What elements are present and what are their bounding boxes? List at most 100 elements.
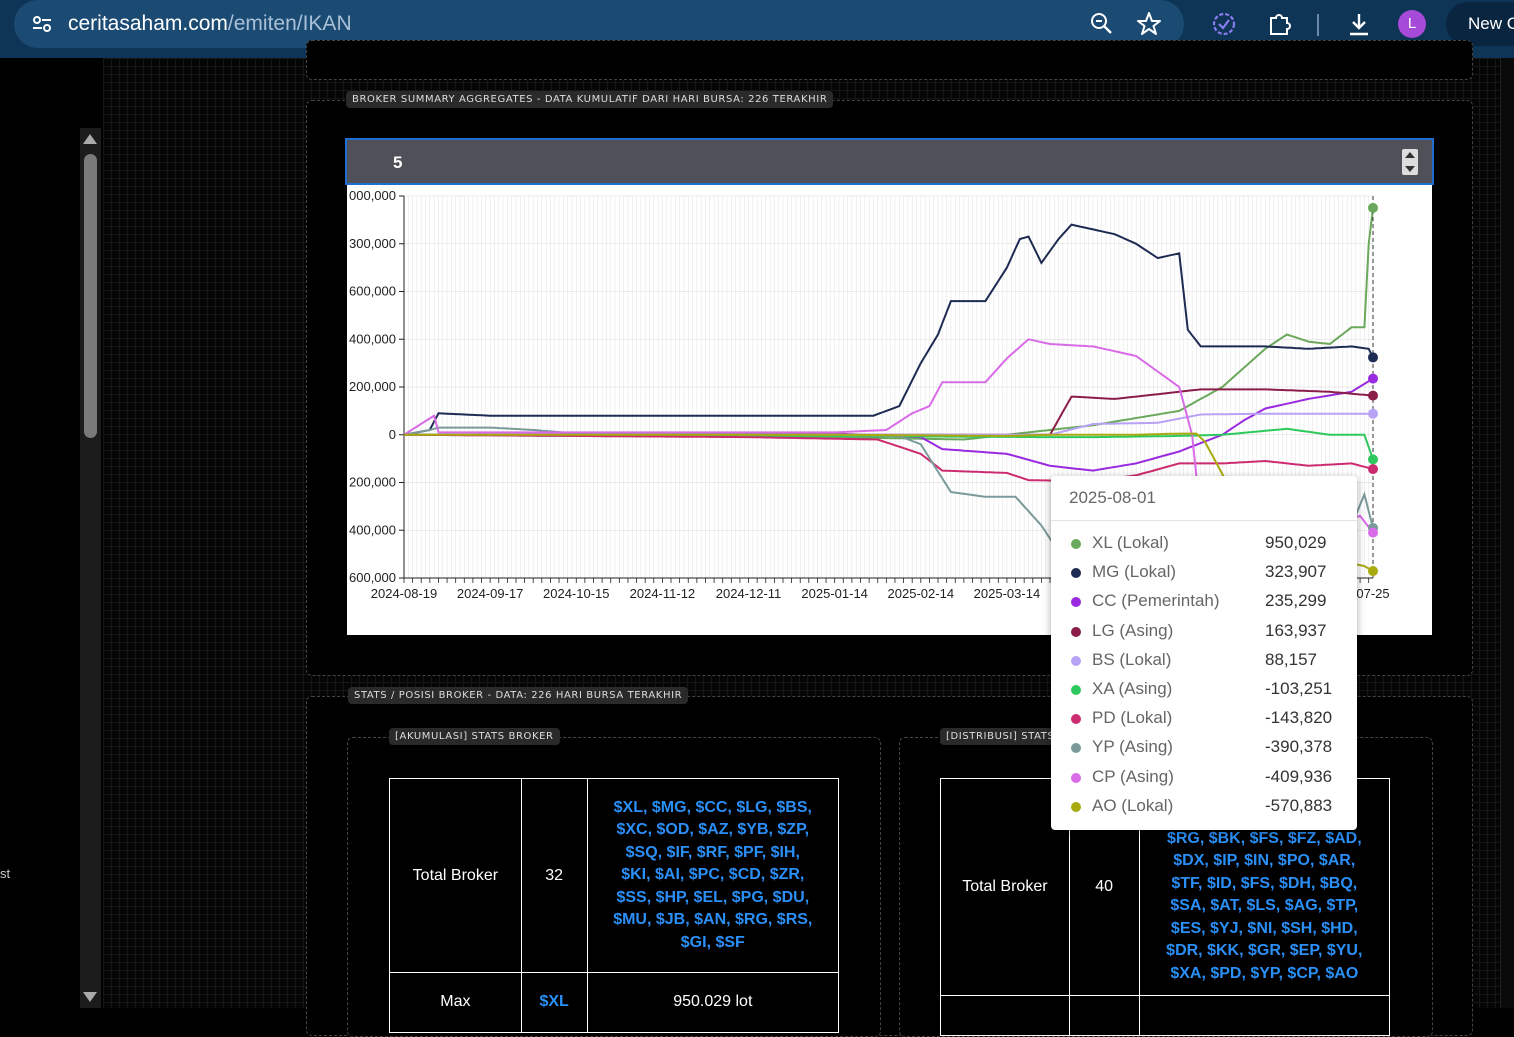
spinner-down-icon[interactable] — [1405, 166, 1415, 172]
x-tick-label: 2025-02-14 — [888, 586, 955, 601]
broker-link-line[interactable]: $ES, $YJ, $NI, $SH, $HD, — [1140, 918, 1389, 941]
tooltip-series-value: -103,251 — [1265, 679, 1333, 698]
broker-list-cell: $XL, $MG, $CC, $LG, $BS, $XC, $OD, $AZ, $… — [586, 778, 840, 973]
zoom-icon[interactable] — [1088, 10, 1116, 38]
broker-link-line[interactable]: $XC, $OD, $AZ, $YB, $ZP, — [588, 819, 838, 842]
series-dot-icon — [1071, 743, 1081, 754]
tooltip-row: MG (Lokal) 323,907 — [1051, 558, 1357, 587]
broker-link-line[interactable]: $TF, $ID, $FS, $DH, $BQ, — [1140, 873, 1389, 896]
toolbar-divider — [1317, 14, 1319, 36]
tooltip-row: YP (Asing) -390,378 — [1051, 733, 1357, 762]
tooltip-row: CP (Asing) -409,936 — [1051, 763, 1357, 792]
y-tick-label: 400,000 — [349, 522, 396, 537]
download-icon[interactable] — [1345, 10, 1373, 38]
table-cell — [940, 995, 1070, 1036]
tooltip-series-name: YP (Asing) — [1092, 737, 1173, 757]
url-domain: ceritasaham.com — [68, 12, 228, 35]
broker-link-line[interactable]: $DX, $IP, $IN, $PO, $AR, — [1140, 850, 1389, 873]
total-broker-value: 32 — [520, 778, 588, 973]
tooltip-series-value: 88,157 — [1265, 649, 1317, 669]
tooltip-series-name: AO (Lokal) — [1092, 795, 1174, 815]
tooltip-series-name: PD (Lokal) — [1092, 708, 1173, 728]
broker-link-line[interactable]: $MU, $JB, $AN, $RG, $RS, — [588, 909, 838, 932]
y-tick-label: 400,000 — [349, 331, 396, 346]
site-settings-icon[interactable] — [30, 12, 54, 36]
page-scrollbar-edge — [1500, 58, 1514, 1008]
tooltip-series-value: 235,299 — [1265, 591, 1327, 611]
total-broker-label: Total Broker — [940, 778, 1070, 996]
tooltip-series-value: 163,937 — [1265, 620, 1327, 640]
series-dot-icon — [1071, 597, 1081, 608]
x-tick-label: 07-25 — [1356, 586, 1389, 601]
broker-list: $XL, $MG, $CC, $LG, $BS, $XC, $OD, $AZ, $… — [588, 797, 838, 955]
y-tick-label: 600,000 — [349, 570, 396, 585]
scrollbar-thumb[interactable] — [84, 154, 97, 438]
table-row: Total Broker 32 $XL, $MG, $CC, $LG, $BS,… — [389, 778, 840, 973]
tooltip-series-name: BS (Lokal) — [1092, 649, 1172, 669]
tooltip-divider — [1051, 520, 1357, 521]
max-value: 950.029 lot — [586, 972, 840, 1033]
x-tick-label: 2024-12-11 — [716, 586, 782, 601]
hover-point — [1368, 202, 1378, 213]
broker-link-line[interactable]: $SA, $AT, $LS, $AG, $TP, — [1140, 895, 1389, 918]
series-dot-icon — [1071, 539, 1081, 549]
series-dot-icon — [1071, 801, 1081, 812]
broker-link-line[interactable]: $GI, $SF — [588, 932, 838, 955]
broker-list: $RG, $BK, $FS, $FZ, $AD, $DX, $IP, $IN, $… — [1140, 828, 1389, 986]
y-tick-label: 300,000 — [349, 236, 396, 251]
broker-link-line[interactable]: $SS, $HP, $EL, $PG, $DU, — [588, 887, 838, 910]
previous-panel — [306, 40, 1473, 80]
series-dot-icon — [1071, 714, 1081, 725]
y-tick-label: 200,000 — [349, 475, 396, 490]
bookmark-star-icon[interactable] — [1135, 10, 1163, 38]
broker-link-line[interactable]: $KI, $AI, $PC, $CD, $ZR, — [588, 864, 838, 887]
spinner-up-icon[interactable] — [1405, 152, 1415, 158]
broker-link-line[interactable]: $DR, $KK, $GR, $EP, $YU, — [1140, 940, 1389, 963]
broker-link-line[interactable]: $XL, $MG, $CC, $LG, $BS, — [588, 797, 838, 820]
broker-count-value: 5 — [393, 153, 403, 172]
hover-point — [1368, 527, 1378, 538]
series-line-pd — [404, 433, 1374, 483]
tooltip-series-value: 323,907 — [1265, 562, 1327, 582]
series-line-cc — [403, 377, 1374, 472]
broker-link-line[interactable]: $RG, $BK, $FS, $FZ, $AD, — [1140, 828, 1389, 851]
sidebar-partial-text: st — [0, 866, 11, 881]
performance-icon[interactable] — [1210, 10, 1238, 38]
series-dot-icon — [1071, 655, 1081, 666]
hover-point — [1368, 352, 1378, 363]
max-broker-link[interactable]: $XL — [520, 972, 588, 1033]
profile-avatar[interactable]: L — [1398, 10, 1426, 38]
table-row: Max $XL 950.029 lot — [389, 972, 840, 1033]
tooltip-row: PD (Lokal) -143,820 — [1051, 704, 1357, 733]
chart-tooltip: 2025-08-01 XL (Lokal) 950,029 MG (Lokal) 32… — [1051, 476, 1357, 830]
tooltip-series-value: -570,883 — [1265, 795, 1333, 815]
tooltip-series-name: CC (Pemerintah) — [1092, 591, 1220, 611]
hover-point — [1368, 454, 1378, 465]
scroll-down-icon[interactable] — [83, 992, 97, 1002]
series-line-xl — [404, 207, 1374, 441]
tooltip-row: LG (Asing) 163,937 — [1051, 617, 1357, 646]
tooltip-series-name: XA (Asing) — [1092, 679, 1173, 698]
total-broker-label: Total Broker — [389, 778, 522, 973]
url-text[interactable]: ceritasaham.com/emiten/IKAN — [68, 12, 352, 36]
series-dot-icon — [1071, 568, 1081, 579]
table-cell — [1138, 995, 1391, 1036]
series-line-mg — [403, 223, 1374, 436]
tooltip-series-name: XL (Lokal) — [1092, 533, 1169, 552]
hover-point — [1368, 464, 1378, 475]
broker-link-line[interactable]: $XA, $PD, $YP, $CP, $AO — [1140, 963, 1389, 986]
sidebar-scrollbar[interactable] — [80, 128, 101, 1008]
y-axis: 000,000 300,000 600,000 400,000 200,000 0 200,… — [349, 188, 405, 585]
scroll-up-icon[interactable] — [83, 134, 97, 144]
x-tick-label: 2024-08-19 — [371, 586, 438, 601]
extensions-icon[interactable] — [1265, 10, 1293, 38]
stats-legend: STATS / POSISI BROKER - DATA: 226 HARI B… — [348, 687, 689, 704]
tooltip-date: 2025-08-01 — [1069, 488, 1156, 507]
spinner-control[interactable] — [1402, 149, 1418, 175]
tooltip-series-name: CP (Asing) — [1092, 766, 1174, 786]
tooltip-series-value: -390,378 — [1265, 737, 1333, 757]
broker-count-input[interactable]: 5 — [345, 138, 1434, 185]
distribusi-legend: [DISTRIBUSI] STATS — [940, 728, 1061, 745]
table-cell — [1068, 995, 1140, 1036]
broker-link-line[interactable]: $SQ, $IF, $RF, $PF, $IH, — [588, 842, 838, 865]
